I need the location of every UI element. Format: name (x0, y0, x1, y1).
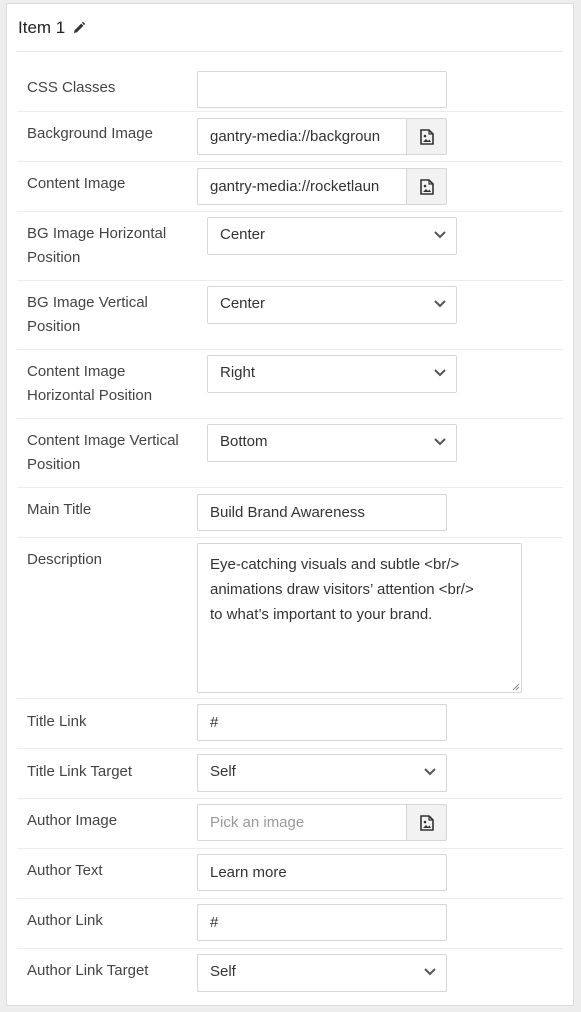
author-link-target-label: Author Link Target (27, 962, 149, 979)
chevron-down-icon (424, 968, 436, 976)
description-label: Description (27, 551, 103, 568)
item-panel: Item 1 CSS Classes Background Image gant… (6, 3, 574, 1006)
background-image-input[interactable]: gantry-media://backgroun (197, 118, 407, 155)
panel-header: Item 1 (17, 4, 563, 52)
row-bg-horizontal-position: BG Image Horizontal Position Center (17, 212, 563, 281)
content-horizontal-position-label-line2: Horizontal Position (27, 387, 153, 404)
author-link-target-value: Self (210, 963, 236, 980)
bg-vertical-position-label-line1: BG Image Vertical (27, 294, 148, 311)
bg-vertical-position-select[interactable]: Center (207, 286, 457, 324)
image-file-icon (419, 814, 434, 831)
bg-vertical-position-label: BG Image Vertical Position (27, 291, 202, 339)
chevron-down-icon (434, 300, 446, 308)
bg-horizontal-position-label-line2: Position (27, 249, 81, 266)
row-content-vertical-position: Content Image Vertical Position Bottom (17, 419, 563, 488)
row-main-title: Main Title Build Brand Awareness (17, 488, 563, 538)
description-line: Eye-catching visuals and subtle <br/> (210, 556, 460, 573)
content-vertical-position-label-line2: Position (27, 456, 81, 473)
row-title-link-target: Title Link Target Self (17, 749, 563, 799)
bg-vertical-position-value: Center (220, 295, 266, 312)
content-horizontal-position-select[interactable]: Right (207, 355, 457, 393)
resize-grip-icon[interactable] (510, 681, 520, 691)
author-image-picker-button[interactable] (406, 804, 447, 841)
css-classes-input[interactable] (197, 71, 447, 108)
background-image-picker-button[interactable] (406, 118, 447, 155)
content-vertical-position-label: Content Image Vertical Position (27, 429, 202, 477)
author-text-input[interactable]: Learn more (197, 854, 447, 891)
image-file-icon (419, 178, 434, 195)
content-horizontal-position-label: Content Image Horizontal Position (27, 360, 202, 408)
content-vertical-position-label-line1: Content Image Vertical (27, 432, 179, 449)
chevron-down-icon (434, 231, 446, 239)
title-link-target-select[interactable]: Self (197, 754, 447, 792)
description-line: animations draw visitors’ attention <br/… (210, 581, 474, 598)
author-link-label: Author Link (27, 912, 103, 929)
bg-horizontal-position-value: Center (220, 226, 266, 243)
description-textarea[interactable]: Eye-catching visuals and subtle <br/> an… (197, 543, 522, 693)
row-author-text: Author Text Learn more (17, 849, 563, 899)
title-link-target-value: Self (210, 763, 236, 780)
author-link-input[interactable]: # (197, 904, 447, 941)
bg-vertical-position-label-line2: Position (27, 318, 81, 335)
row-bg-vertical-position: BG Image Vertical Position Center (17, 281, 563, 350)
row-author-image: Author Image Pick an image (17, 799, 563, 849)
content-image-input[interactable]: gantry-media://rocketlaun (197, 168, 407, 205)
main-title-label: Main Title (27, 501, 92, 518)
row-content-image: Content Image gantry-media://rocketlaun (17, 162, 563, 212)
chevron-down-icon (434, 438, 446, 446)
author-image-label: Author Image (27, 812, 118, 829)
row-background-image: Background Image gantry-media://backgrou… (17, 112, 563, 162)
row-author-link-target: Author Link Target Self (17, 949, 563, 999)
chevron-down-icon (424, 768, 436, 776)
content-image-label: Content Image (27, 175, 126, 192)
bg-horizontal-position-label-line1: BG Image Horizontal (27, 225, 167, 242)
row-description: Description Eye-catching visuals and sub… (17, 538, 563, 699)
item-title: Item 1 (18, 17, 66, 37)
row-title-link: Title Link # (17, 699, 563, 749)
row-css-classes: CSS Classes (17, 63, 563, 112)
content-image-picker-button[interactable] (406, 168, 447, 205)
author-image-input[interactable]: Pick an image (197, 804, 407, 841)
content-vertical-position-value: Bottom (220, 433, 268, 450)
background-image-label: Background Image (27, 125, 153, 142)
title-link-label: Title Link (27, 713, 87, 730)
bg-horizontal-position-label: BG Image Horizontal Position (27, 222, 202, 270)
main-title-input[interactable]: Build Brand Awareness (197, 494, 447, 531)
row-author-link: Author Link # (17, 899, 563, 949)
image-file-icon (419, 128, 434, 145)
author-text-label: Author Text (27, 862, 103, 879)
description-line: to what’s important to your brand. (210, 606, 433, 623)
row-content-horizontal-position: Content Image Horizontal Position Right (17, 350, 563, 419)
chevron-down-icon (434, 369, 446, 377)
pencil-icon[interactable] (72, 21, 86, 35)
title-link-input[interactable]: # (197, 704, 447, 741)
content-horizontal-position-value: Right (220, 364, 256, 381)
content-horizontal-position-label-line1: Content Image (27, 363, 126, 380)
css-classes-label: CSS Classes (27, 79, 116, 96)
author-link-target-select[interactable]: Self (197, 954, 447, 992)
content-vertical-position-select[interactable]: Bottom (207, 424, 457, 462)
bg-horizontal-position-select[interactable]: Center (207, 217, 457, 255)
title-link-target-label: Title Link Target (27, 763, 133, 780)
